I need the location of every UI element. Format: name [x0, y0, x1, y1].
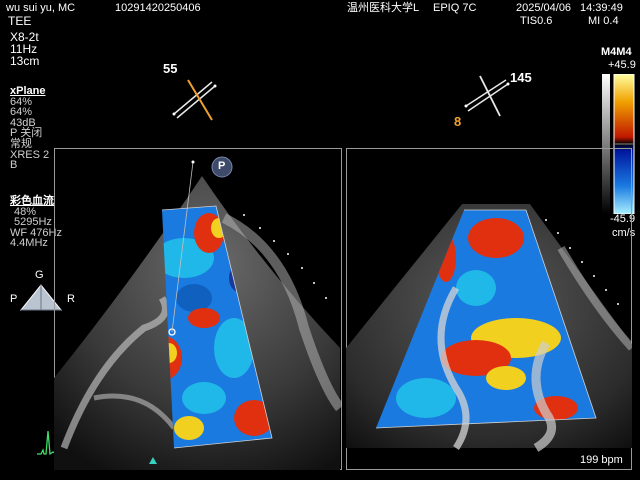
exam-time: 14:39:49 [580, 2, 623, 14]
patient-id: 10291420250406 [115, 2, 201, 14]
xplane-params: xPlane 64% 64% 43dB P 关闭 常规 XRES 2 B [10, 86, 49, 171]
left-ultrasound-image[interactable] [54, 148, 342, 470]
heart-rate: 199 bpm [580, 454, 623, 466]
patient-name: wu sui yu, MC [6, 2, 76, 14]
system-name: EPIQ 7C [433, 2, 477, 14]
probe-params: X8-2t 11Hz 13cm [10, 31, 39, 67]
tis-value: TIS0.6 [520, 15, 553, 27]
xplane-line: 常规 [10, 137, 32, 150]
orientation-g: G [35, 269, 44, 281]
left-plane-angle-icon [172, 79, 217, 121]
right-ultrasound-image[interactable] [346, 148, 632, 470]
exam-date: 2025/04/06 [516, 2, 572, 14]
right-plane-angle-icon [464, 75, 510, 117]
xplane-title: xPlane [10, 85, 46, 97]
hospital-name: 温州医科大学L [347, 2, 420, 14]
depth: 13cm [10, 54, 40, 68]
orientation-p: P [10, 293, 18, 305]
mi-value: MI 0.4 [588, 15, 619, 27]
colorbar-title: M4M4 [601, 46, 632, 58]
xplane-line: B [10, 159, 18, 172]
mode-label: TEE [8, 14, 32, 28]
colorbar-max: +45.9 [608, 59, 636, 71]
probe-pin-label: P [218, 160, 226, 172]
